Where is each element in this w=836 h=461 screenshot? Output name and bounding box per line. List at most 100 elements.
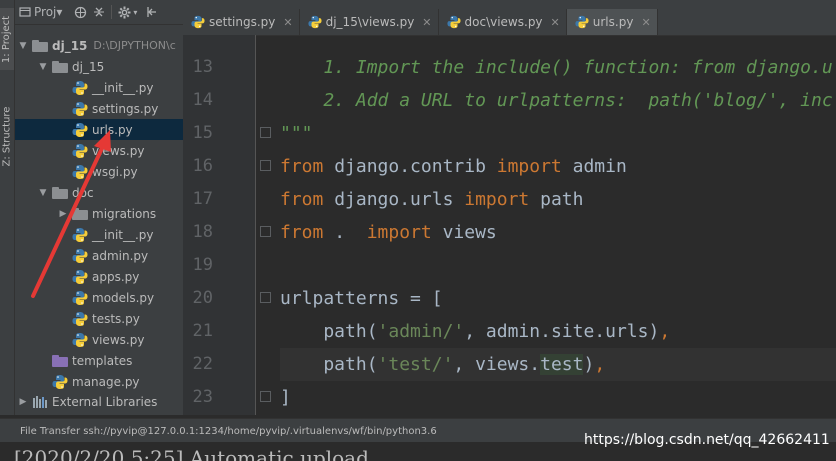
tree-item-label: admin.py bbox=[92, 248, 149, 263]
close-tab-icon[interactable]: ✕ bbox=[551, 16, 560, 29]
line-number: 15 bbox=[192, 122, 213, 143]
code-line[interactable]: path('test/', views.test), bbox=[280, 347, 836, 381]
tree-item[interactable]: manage.py bbox=[15, 371, 183, 392]
tree-item-label: wsgi.py bbox=[92, 164, 138, 179]
expanded-arrow-icon[interactable]: ▼ bbox=[38, 62, 48, 72]
tree-item[interactable]: settings.py bbox=[15, 98, 183, 119]
code-token: urlpatterns = [ bbox=[280, 287, 443, 309]
tree-item-label: apps.py bbox=[92, 269, 140, 284]
fold-marker-icon[interactable] bbox=[260, 391, 271, 402]
python-file-icon bbox=[72, 101, 88, 117]
structure-tool-tab[interactable]: Z: Structure bbox=[0, 100, 14, 172]
code-token: 'admin/' bbox=[377, 320, 465, 342]
code-token: 2. Add a URL to urlpatterns: path('blog/… bbox=[280, 89, 833, 111]
editor-tab[interactable]: dj_15\views.py ✕ bbox=[300, 9, 439, 35]
console-line: [2020/2/20 5:25] Automatic upload bbox=[14, 446, 369, 461]
code-view[interactable]: 1. Import the include() function: from d… bbox=[280, 35, 836, 415]
line-number: 21 bbox=[192, 320, 213, 341]
code-token: import bbox=[366, 221, 432, 243]
tree-item[interactable]: ▼ dj_15 bbox=[15, 56, 183, 77]
tree-item[interactable]: wsgi.py bbox=[15, 161, 183, 182]
code-token: , admin.site.urls) bbox=[464, 320, 660, 342]
code-token: views bbox=[431, 221, 497, 243]
python-file-icon bbox=[72, 269, 88, 285]
code-line[interactable]: """ bbox=[280, 117, 313, 150]
gear-icon[interactable] bbox=[118, 1, 131, 23]
code-line[interactable]: path('admin/', admin.site.urls), bbox=[280, 315, 670, 348]
python-file-icon bbox=[308, 15, 322, 29]
settings-dropdown-arrow-icon[interactable]: ▾ bbox=[133, 1, 137, 23]
tool-window-stripe: 1: Project Z: Structure bbox=[0, 0, 15, 415]
code-token: 'test/' bbox=[377, 353, 454, 375]
tree-item[interactable]: views.py bbox=[15, 329, 183, 350]
tree-item[interactable]: ▶ migrations bbox=[15, 203, 183, 224]
tree-item[interactable]: __init__.py bbox=[15, 77, 183, 98]
tree-item-label: doc bbox=[72, 185, 94, 200]
tree-item[interactable]: tests.py bbox=[15, 308, 183, 329]
line-number: 17 bbox=[192, 188, 213, 209]
expand-arrow-icon[interactable]: ▶ bbox=[18, 397, 28, 407]
code-line[interactable]: 2. Add a URL to urlpatterns: path('blog/… bbox=[280, 84, 833, 117]
tree-item[interactable]: ▼ doc bbox=[15, 182, 183, 203]
close-tab-icon[interactable]: ✕ bbox=[422, 16, 431, 29]
tree-item[interactable]: ▼ dj_15 D:\DJPYTHON\c bbox=[15, 35, 183, 56]
editor-tab-label: settings.py bbox=[209, 15, 276, 29]
templates-folder-icon bbox=[52, 354, 68, 367]
code-line[interactable]: from django.urls import path bbox=[280, 183, 583, 216]
external-libraries-label: External Libraries bbox=[52, 394, 158, 409]
editor-tab[interactable]: settings.py ✕ bbox=[183, 9, 300, 35]
fold-marker-icon[interactable] bbox=[260, 160, 271, 171]
tree-item[interactable]: templates bbox=[15, 350, 183, 371]
target-icon[interactable] bbox=[74, 1, 87, 23]
code-line[interactable]: from django.contrib import admin bbox=[280, 150, 627, 183]
project-tool-tab[interactable]: 1: Project bbox=[0, 8, 14, 70]
code-line[interactable]: from . import views bbox=[280, 216, 497, 249]
close-tab-icon[interactable]: ✕ bbox=[283, 16, 292, 29]
code-token: ] bbox=[280, 386, 291, 408]
collapse-all-icon[interactable] bbox=[93, 1, 105, 23]
python-file-icon bbox=[72, 227, 88, 243]
code-token: , views. bbox=[453, 353, 541, 375]
tree-item[interactable]: __init__.py bbox=[15, 224, 183, 245]
close-tab-icon[interactable]: ✕ bbox=[641, 16, 650, 29]
python-file-icon bbox=[72, 248, 88, 264]
code-token: from bbox=[280, 221, 324, 243]
tree-item-label: dj_15 bbox=[72, 59, 105, 74]
expanded-arrow-icon[interactable]: ▼ bbox=[38, 188, 48, 198]
tree-item[interactable]: admin.py bbox=[15, 245, 183, 266]
project-view-dropdown[interactable]: Proj▾ bbox=[34, 1, 62, 23]
editor-tab[interactable]: urls.py ✕ bbox=[566, 9, 658, 35]
editor-tab-label: urls.py bbox=[592, 15, 634, 29]
project-toolbar: Proj▾ ▾ bbox=[15, 0, 183, 25]
line-number: 23 bbox=[192, 386, 213, 407]
code-token: path bbox=[529, 188, 584, 210]
tree-item[interactable]: views.py bbox=[15, 140, 183, 161]
tree-item[interactable]: apps.py bbox=[15, 266, 183, 287]
fold-marker-icon[interactable] bbox=[260, 226, 271, 237]
folder-icon bbox=[52, 60, 68, 73]
tree-item[interactable]: models.py bbox=[15, 287, 183, 308]
tree-item-label: __init__.py bbox=[92, 227, 154, 242]
python-file-icon bbox=[72, 80, 88, 96]
code-token: import bbox=[464, 188, 530, 210]
code-line[interactable]: urlpatterns = [ bbox=[280, 282, 443, 315]
fold-marker-icon[interactable] bbox=[260, 127, 271, 138]
code-line[interactable]: ] bbox=[280, 381, 291, 414]
fold-marker-icon[interactable] bbox=[260, 292, 271, 303]
project-panel: Proj▾ ▾ ▼ dj_15 D:\DJPYTHON\c ▼ dj_15 __init_… bbox=[15, 0, 183, 415]
code-token: , bbox=[659, 320, 671, 342]
python-file-icon bbox=[72, 164, 88, 180]
editor-tab[interactable]: doc\views.py ✕ bbox=[439, 9, 567, 35]
hide-panel-icon[interactable] bbox=[145, 1, 157, 23]
project-tool-tab-label: 1: Project bbox=[1, 15, 13, 63]
tree-item-label: templates bbox=[72, 353, 133, 368]
expanded-arrow-icon[interactable]: ▼ bbox=[18, 41, 28, 51]
code-token: from bbox=[280, 188, 324, 210]
tree-item[interactable]: urls.py bbox=[15, 119, 183, 140]
code-line[interactable]: 1. Import the include() function: from d… bbox=[280, 51, 832, 84]
collapsed-arrow-icon[interactable]: ▶ bbox=[58, 209, 68, 219]
library-icon bbox=[32, 395, 48, 409]
external-libraries-node[interactable]: ▶ External Libraries bbox=[15, 391, 158, 412]
tree-item-label: migrations bbox=[92, 206, 157, 221]
tab-bar-top bbox=[183, 0, 836, 9]
